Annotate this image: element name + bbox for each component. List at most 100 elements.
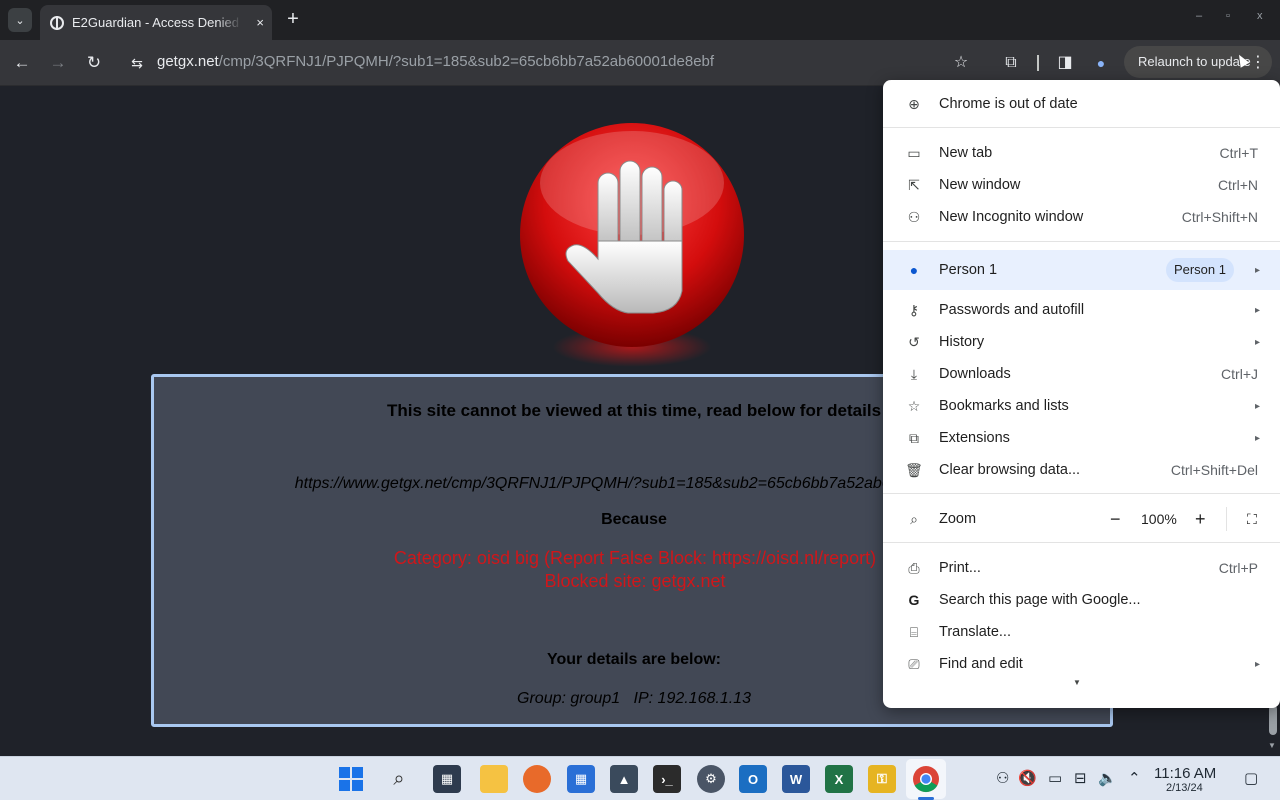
file-explorer-icon[interactable] [480, 765, 508, 793]
menu-label: New Incognito window [939, 209, 1084, 225]
search-icon[interactable]: ⌕ [385, 765, 413, 793]
menu-item-translate[interactable]: ⌸ Translate... [883, 616, 1280, 648]
forward-button[interactable]: → [46, 51, 70, 75]
clock-date[interactable]: 2/13/24 [1166, 782, 1203, 794]
start-icon[interactable] [337, 765, 365, 793]
zoom-divider [1226, 507, 1227, 531]
menu-divider [883, 493, 1280, 494]
menu-item-history[interactable]: ↺ History ▸ [883, 326, 1280, 358]
user-icon[interactable]: ⚇ [996, 769, 1009, 787]
menu-item-out-of-date[interactable]: ⊕ Chrome is out of date [883, 88, 1280, 120]
monitor-icon[interactable]: ▭ [1048, 769, 1062, 787]
translate-icon: ⌸ [909, 623, 919, 640]
menu-item-extensions[interactable]: ⧉ Extensions ▸ [883, 422, 1280, 454]
menu-item-clear-data[interactable]: 🗑 Clear browsing data... Ctrl+Shift+Del [883, 454, 1280, 486]
menu-scroll-down-icon[interactable]: ▼ [1073, 678, 1081, 687]
menu-item-passwords[interactable]: ⚷ Passwords and autofill ▸ [883, 294, 1280, 326]
new-tab-button[interactable]: + [282, 8, 304, 32]
restore-button[interactable]: ▫ [1226, 10, 1230, 22]
menu-item-person[interactable]: ● Person 1 Person 1 ▸ [883, 250, 1280, 290]
excel-icon[interactable]: X [825, 765, 853, 793]
close-window-button[interactable]: x [1257, 10, 1263, 22]
url-host: getgx.net [157, 53, 219, 70]
clock-time[interactable]: 11:16 AM [1154, 765, 1216, 782]
menu-divider [883, 241, 1280, 242]
tab-search-button[interactable]: ⌄ [8, 8, 32, 32]
menu-shortcut: Ctrl+N [1217, 177, 1258, 193]
person-chip: Person 1 [1165, 258, 1234, 282]
fullscreen-icon[interactable]: ⛶ [1247, 511, 1257, 528]
menu-item-find-edit[interactable]: ⎚ Find and edit ▸ [883, 648, 1280, 680]
side-panel-icon[interactable]: ◨ [1053, 51, 1077, 75]
puzzle-icon: ⧉ [909, 429, 919, 446]
menu-item-new-window[interactable]: ⇱ New window Ctrl+N [883, 169, 1280, 201]
toolbar-divider [1037, 55, 1039, 71]
bookmark-star-icon[interactable]: ☆ [949, 51, 973, 75]
menu-item-downloads[interactable]: ⤓ Downloads Ctrl+J [883, 358, 1280, 390]
printer-icon: ⎙ [908, 559, 920, 576]
menu-item-search-google[interactable]: G Search this page with Google... [883, 584, 1280, 616]
submenu-arrow-icon: ▸ [1254, 264, 1260, 276]
zoom-in-button[interactable]: + [1195, 509, 1206, 530]
incognito-icon: ⚇ [907, 208, 921, 225]
notifications-icon[interactable]: ▢ [1244, 769, 1258, 787]
globe-icon [50, 15, 64, 30]
terminal-icon[interactable]: ›_ [653, 765, 681, 793]
menu-item-zoom: ⌕ Zoom − 100% + ⛶ [883, 503, 1280, 535]
menu-label: Chrome is out of date [939, 96, 1078, 112]
star-icon: ☆ [907, 397, 921, 414]
menu-label: Downloads [939, 366, 1011, 382]
menu-shortcut: Ctrl+Shift+Del [1170, 462, 1258, 478]
menu-item-new-tab[interactable]: ▭ New tab Ctrl+T [883, 137, 1280, 169]
menu-label: Passwords and autofill [939, 302, 1085, 318]
download-icon: ⤓ [910, 365, 918, 382]
store-icon[interactable]: ▦ [567, 765, 595, 793]
firefox-icon[interactable] [523, 765, 551, 793]
menu-dots-icon[interactable]: ⋮ [1250, 53, 1266, 73]
menu-label: New window [939, 177, 1021, 193]
menu-divider [883, 127, 1280, 128]
menu-shortcut: Ctrl+J [1221, 366, 1258, 382]
zoom-level: 100% [1141, 511, 1177, 527]
key-icon: ⚷ [908, 301, 920, 318]
person-icon: ● [909, 262, 919, 278]
menu-item-bookmarks[interactable]: ☆ Bookmarks and lists ▸ [883, 390, 1280, 422]
volume-icon[interactable]: 🔈 [1098, 769, 1117, 787]
address-bar[interactable]: getgx.net/cmp/3QRFNJ1/PJPQMH/?sub1=185&s… [157, 53, 714, 70]
find-icon: ⎚ [908, 655, 920, 672]
outlook-icon[interactable]: O [739, 765, 767, 793]
tab-active[interactable]: E2Guardian - Access Denied × [40, 5, 272, 40]
network-icon[interactable]: ⊟ [1074, 769, 1087, 787]
menu-label: Clear browsing data... [939, 462, 1081, 478]
stop-hand-icon [520, 123, 744, 347]
widgets-icon[interactable]: ▦ [433, 765, 461, 793]
submenu-arrow-icon: ▸ [1254, 400, 1260, 412]
photos-icon[interactable]: ▲ [610, 765, 638, 793]
menu-item-incognito[interactable]: ⚇ New Incognito window Ctrl+Shift+N [883, 201, 1280, 233]
scroll-down-icon[interactable]: ▼ [1268, 741, 1276, 750]
history-icon: ↺ [908, 333, 920, 350]
tab-close-icon[interactable]: × [256, 15, 264, 30]
site-info-icon[interactable]: ⇆ [126, 52, 148, 74]
menu-item-print[interactable]: ⎙ Print... Ctrl+P [883, 552, 1280, 584]
profile-icon[interactable]: ● [1090, 52, 1112, 74]
mute-icon[interactable]: 🔇 [1018, 769, 1037, 787]
tray-overflow-icon[interactable]: ⌃ [1128, 769, 1141, 787]
scrollbar-thumb[interactable] [1269, 705, 1277, 735]
word-icon[interactable]: W [782, 765, 810, 793]
submenu-arrow-icon: ▸ [1254, 432, 1260, 444]
minimize-button[interactable]: – [1196, 10, 1202, 22]
chrome-icon[interactable] [912, 765, 940, 793]
back-button[interactable]: ← [10, 51, 34, 75]
zoom-out-button[interactable]: − [1110, 509, 1121, 530]
menu-label: Find and edit [939, 656, 1023, 672]
settings-icon[interactable]: ⚙ [697, 765, 725, 793]
new-tab-icon: ▭ [907, 144, 921, 161]
menu-label: Person 1 [939, 262, 998, 278]
menu-label: Extensions [939, 430, 1010, 446]
keepass-icon[interactable]: ⚿ [868, 765, 896, 793]
reload-button[interactable]: ↻ [82, 51, 106, 75]
submenu-arrow-icon: ▸ [1254, 336, 1260, 348]
extensions-icon[interactable]: ⧉ [999, 51, 1023, 75]
menu-label: Zoom [939, 511, 977, 527]
